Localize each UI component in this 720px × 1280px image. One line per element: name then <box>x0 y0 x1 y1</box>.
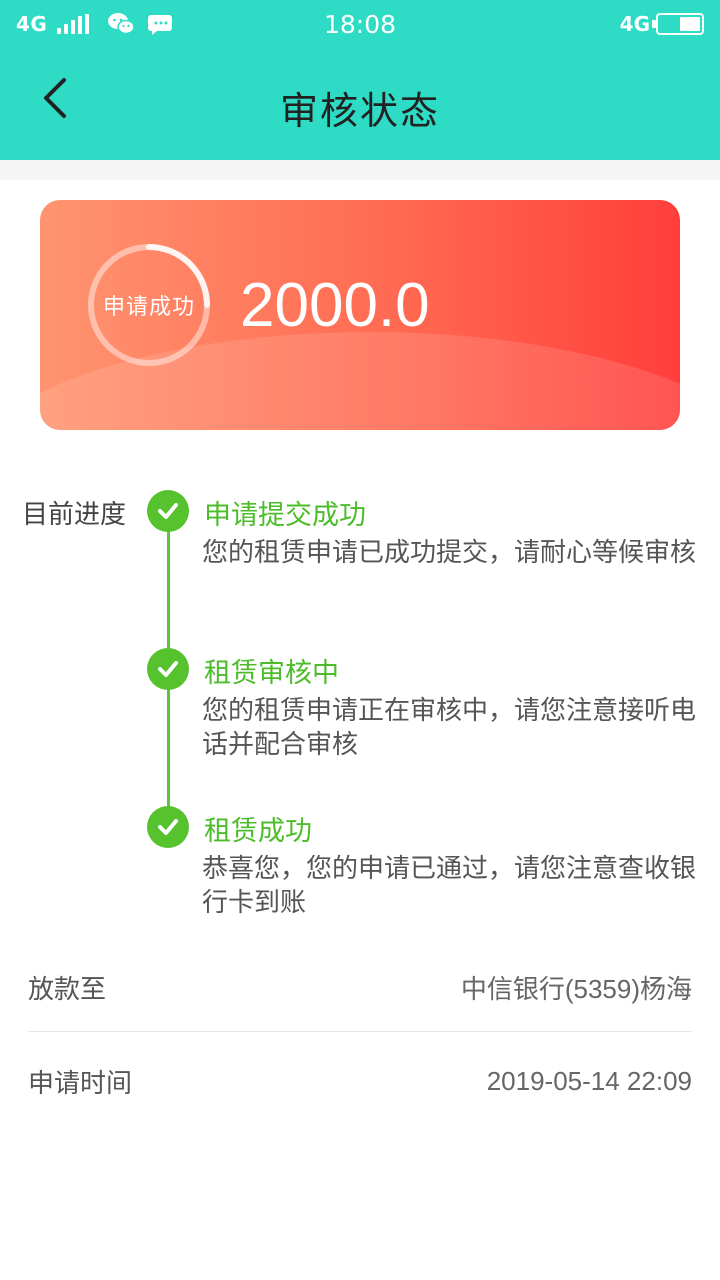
step-3-desc: 恭喜您，您的申请已通过，请您注意查收银行卡到账 <box>202 854 697 918</box>
step-1-check-icon <box>147 490 189 532</box>
apply-time-row: 申请时间 2019-05-14 22:09 <box>28 1036 692 1126</box>
payout-value: 中信银行(5359)杨海 <box>460 973 692 1004</box>
step-2-check-icon <box>147 648 189 690</box>
step-3-check-icon <box>147 806 189 848</box>
step-1-desc: 您的租赁申请已成功提交，请耐心等候审核 <box>202 538 697 568</box>
step-1-title: 申请提交成功 <box>204 500 366 531</box>
network-type-label-right: 4G <box>619 12 650 36</box>
apply-time-value: 2019-05-14 22:09 <box>486 1065 692 1096</box>
status-bar-right: 4G <box>620 12 704 36</box>
app-header: 审核状态 <box>0 50 720 160</box>
step-2-title: 租赁审核中 <box>204 658 339 689</box>
battery-icon <box>652 13 704 35</box>
status-label: 申请成功 <box>102 295 195 320</box>
step-2-desc: 您的租赁申请正在审核中，请您注意接听电话并配合审核 <box>202 696 697 760</box>
page-title: 审核状态 <box>279 89 440 133</box>
row-divider <box>28 1031 692 1032</box>
payout-label: 放款至 <box>28 974 107 1005</box>
apply-time-label: 申请时间 <box>28 1068 133 1099</box>
progress-label: 目前进度 <box>22 500 127 530</box>
approval-card: 申请成功 2000.0 <box>40 200 680 430</box>
section-divider <box>0 160 720 180</box>
clock: 18:08 <box>323 10 397 39</box>
amount-value: 2000.0 <box>240 271 430 340</box>
step-3-title: 租赁成功 <box>204 816 312 847</box>
payout-row: 放款至 中信银行(5359)杨海 <box>28 942 692 1032</box>
status-bar: 4G 18:08 4G <box>0 0 720 50</box>
